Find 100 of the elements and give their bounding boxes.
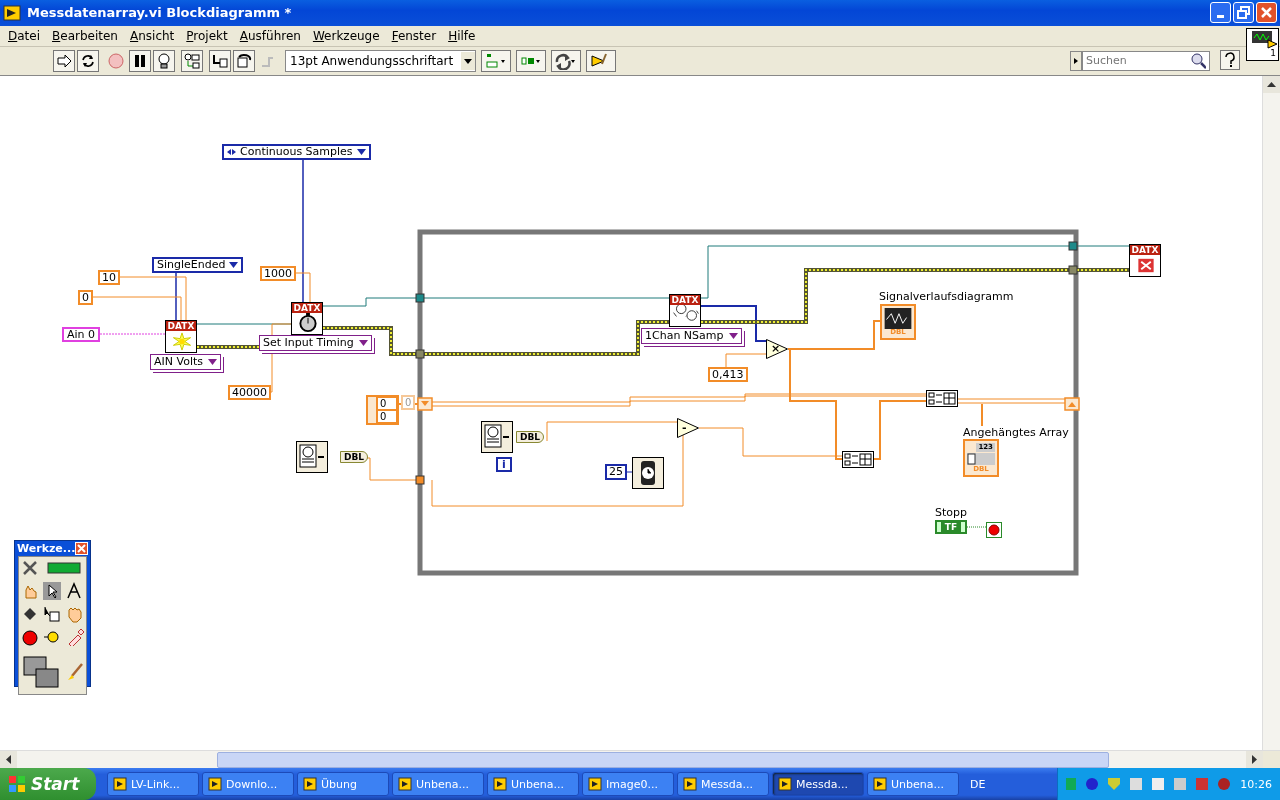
vertical-scrollbar[interactable] — [1262, 75, 1280, 750]
operator-node[interactable]: × — [766, 338, 788, 359]
menu-item[interactable]: Werkzeuge — [306, 28, 386, 43]
polymorphic-selector[interactable]: AIN Volts — [150, 353, 221, 370]
menu-item[interactable]: Bearbeiten — [46, 28, 124, 43]
run-button[interactable] — [53, 49, 75, 72]
close-icon — [76, 543, 88, 554]
taskbar-button[interactable]: Unbena... — [487, 772, 579, 796]
numeric-constant[interactable]: 40000 — [228, 384, 271, 400]
menu-item[interactable]: Hilfe — [442, 28, 482, 43]
enum-constant[interactable]: SingleEnded — [152, 256, 244, 273]
vi-icon[interactable]: 1 — [1246, 27, 1279, 61]
conversion-label: DBL — [516, 430, 545, 443]
numeric-constant[interactable]: 25 — [605, 463, 627, 480]
enum-constant[interactable]: Continuous Samples — [222, 143, 371, 160]
reorder-button[interactable] — [551, 49, 582, 72]
step-over-button[interactable] — [233, 49, 255, 72]
font-dropdown[interactable]: 13pt Anwendungsschriftart — [285, 49, 477, 72]
menu-item[interactable]: Ansicht — [123, 28, 181, 43]
tray-app-icon[interactable] — [1218, 778, 1231, 790]
taskbar-button[interactable]: Unbena... — [867, 772, 959, 796]
probe-icon — [183, 51, 201, 70]
clock-icon — [481, 420, 513, 453]
light-bulb-button[interactable] — [153, 49, 175, 72]
close-button[interactable] — [1256, 2, 1277, 24]
polymorphic-selector[interactable]: 1Chan NSamp — [641, 327, 742, 344]
restore-button[interactable] — [1233, 2, 1254, 24]
string-constant[interactable]: Ain 0 — [62, 326, 101, 342]
shortcut-menu-icon[interactable] — [43, 605, 62, 623]
windows-logo-icon — [8, 775, 26, 793]
color-copy-icon[interactable] — [22, 654, 61, 689]
network-icon[interactable] — [1152, 778, 1165, 790]
shift-register — [417, 396, 433, 411]
wire — [725, 353, 767, 368]
app-icon — [303, 777, 317, 791]
align-button[interactable] — [481, 49, 512, 72]
search-field[interactable]: Suchen — [1082, 50, 1210, 71]
shift-register — [1064, 396, 1080, 411]
taskbar-button[interactable]: Image0... — [582, 772, 674, 796]
daqmx-node[interactable]: DATX — [669, 293, 701, 327]
menu-item[interactable]: Ausführen — [233, 28, 307, 43]
help-button[interactable] — [1220, 49, 1240, 70]
taskbar-button[interactable]: Übung — [297, 772, 389, 796]
color-bar-icon[interactable] — [46, 559, 81, 577]
taskbar-button[interactable]: LV-Link... — [107, 772, 199, 796]
tools-icon[interactable] — [20, 559, 39, 577]
dropdown-arrow-icon — [728, 332, 738, 339]
numeric-constant[interactable]: 0,413 — [708, 366, 748, 382]
boolean-terminal[interactable]: TF — [935, 519, 967, 534]
array-constant[interactable]: 0 0 — [366, 394, 399, 425]
step-over-icon — [235, 51, 253, 70]
taskbar-button[interactable]: Messda... — [677, 772, 769, 796]
daqmx-node[interactable]: DATX — [165, 319, 197, 353]
brush-icon[interactable] — [66, 661, 85, 682]
tick-count-node[interactable]: DBL — [481, 420, 545, 453]
menu-item[interactable]: Datei — [2, 28, 47, 43]
taskbar-button[interactable]: Unbena... — [392, 772, 484, 796]
dropdown-arrow-icon — [229, 261, 239, 268]
taskbar-button[interactable]: Messda... — [772, 772, 864, 796]
pause-button[interactable] — [129, 49, 151, 72]
while-loop[interactable] — [417, 229, 1079, 576]
build-array-node[interactable] — [926, 389, 958, 407]
app-icon — [493, 777, 507, 791]
terminal-label: Signalverlaufsdiagramm — [879, 289, 1014, 303]
numeric-constant[interactable]: 10 — [98, 269, 120, 285]
language-indicator[interactable]: DE — [970, 777, 986, 791]
close-button[interactable] — [75, 542, 89, 555]
scroll-hand-icon[interactable] — [66, 605, 85, 623]
app-icon — [113, 777, 127, 791]
build-array-node[interactable] — [842, 450, 874, 468]
close-icon — [1260, 6, 1273, 20]
clean-up-button[interactable] — [586, 49, 617, 72]
window-title: Messdatenarray.vi Blockdiagramm * — [27, 5, 293, 21]
eyedropper-icon[interactable] — [66, 628, 85, 646]
scrollbar-thumb[interactable] — [217, 752, 1109, 768]
numeric-constant[interactable]: 0 — [78, 289, 93, 305]
polymorphic-selector[interactable]: Set Input Timing — [259, 334, 372, 351]
wire — [966, 526, 987, 528]
operator-node[interactable]: - — [677, 417, 699, 438]
daqmx-node[interactable]: DATX — [291, 301, 323, 335]
menu-item[interactable]: Projekt — [180, 28, 234, 43]
distribute-button[interactable] — [516, 49, 547, 72]
daqmx-node[interactable]: DATX — [1129, 243, 1161, 277]
bluetooth-icon[interactable] — [1086, 778, 1099, 790]
wait-node[interactable] — [632, 456, 664, 489]
restore-icon — [1237, 6, 1250, 20]
numeric-constant[interactable]: 1000 — [260, 265, 296, 281]
tunnel — [415, 475, 425, 485]
menu-item[interactable]: Fenster — [385, 28, 443, 43]
tick-count-node[interactable]: DBL — [296, 440, 369, 473]
step-into-button[interactable] — [209, 49, 231, 72]
probe-button[interactable] — [181, 49, 203, 72]
oscilloscope-icon — [1250, 28, 1278, 49]
taskbar-button[interactable]: Downlo... — [202, 772, 294, 796]
probe-icon[interactable] — [43, 628, 62, 646]
run-continuously-button[interactable] — [77, 49, 99, 72]
app-icon — [208, 777, 222, 791]
minimize-button[interactable] — [1210, 2, 1231, 24]
stop-terminal[interactable] — [986, 521, 1002, 538]
breakpoint-icon[interactable] — [20, 628, 39, 646]
